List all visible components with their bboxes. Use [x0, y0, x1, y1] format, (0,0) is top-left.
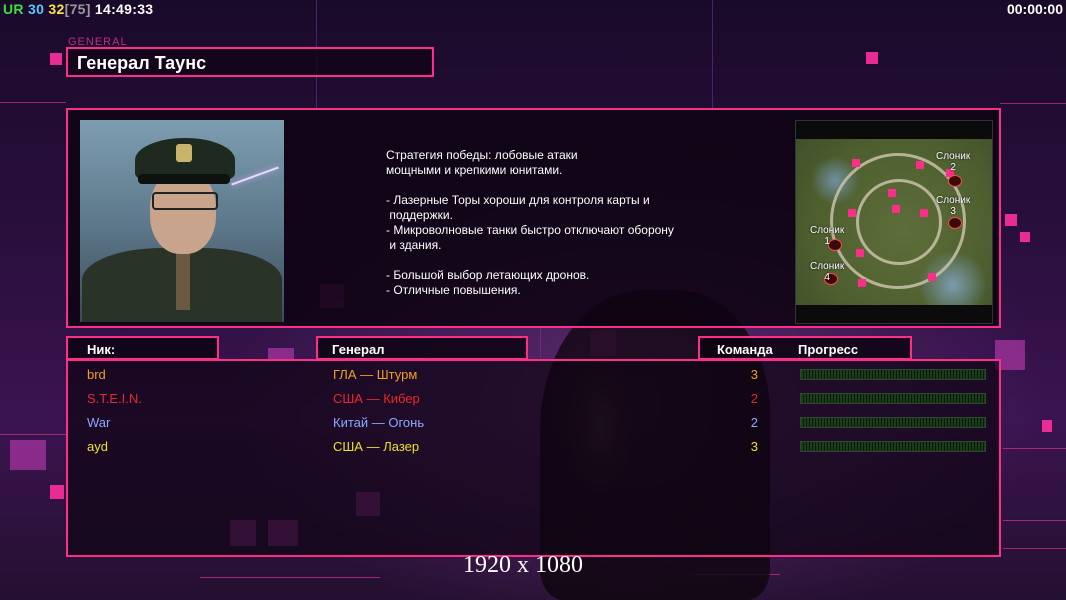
description-line [386, 253, 726, 268]
player-list: brd ГЛА — Штурм 3 S.T.E.I.N. США — Кибер… [66, 359, 1001, 557]
player-row[interactable]: brd ГЛА — Штурм 3 [68, 363, 999, 387]
description-line: мощными и крепкими юнитами. [386, 163, 563, 177]
map-terrain: Слоник 2 Слоник 3 Слоник 1 Слоник 4 [796, 139, 992, 305]
description-line: поддержки. [386, 208, 453, 222]
player-nick: brd [87, 367, 106, 382]
hud-ur-label: UR [3, 1, 24, 17]
description-line: - Лазерные Торы хороши для контроля карт… [386, 193, 650, 207]
header-general: Генерал [316, 336, 528, 360]
hud-stat-2: 32 [48, 1, 65, 17]
hud-timer: 00:00:00 [1006, 1, 1063, 17]
description-line: - Большой выбор летающих дронов. [386, 268, 590, 282]
hud-stat-1: 30 [28, 1, 45, 17]
player-general: США — Лазер [333, 439, 420, 454]
player-progress-bar [800, 393, 986, 404]
player-progress-bar [800, 417, 986, 428]
map-preview[interactable]: Слоник 2 Слоник 3 Слоник 1 Слоник 4 [795, 120, 993, 324]
header-general-label: Генерал [332, 342, 385, 357]
spawn-label-3: Слоник 3 [936, 195, 971, 217]
player-row[interactable]: S.T.E.I.N. США — Кибер 2 [68, 387, 999, 411]
general-info-panel: Стратегия победы: лобовые атаки мощными … [66, 108, 1001, 328]
spawn-label-1: Слоник 1 [810, 225, 845, 247]
description-line: и здания. [386, 238, 442, 252]
hud-stats: UR 30 32[75] 14:49:33 [3, 1, 153, 17]
player-team: 3 [750, 439, 758, 454]
player-nick: War [87, 415, 111, 430]
player-general: ГЛА — Штурм [333, 367, 418, 382]
hud-clock: 14:49:33 [94, 1, 154, 17]
general-title-box: Генерал Таунс [66, 47, 434, 77]
player-progress-bar [800, 441, 986, 452]
header-progress-label: Прогресс [798, 342, 859, 357]
header-team-progress: Команда Прогресс [698, 336, 912, 360]
player-general: Китай — Огонь [333, 415, 425, 430]
description-line: - Отличные повышения. [386, 283, 521, 297]
header-nick: Ник: [66, 336, 219, 360]
general-name: Генерал Таунс [77, 53, 207, 73]
header-nick-label: Ник: [87, 342, 116, 357]
general-description: Стратегия победы: лобовые атаки мощными … [386, 148, 726, 298]
player-general: США — Кибер [333, 391, 420, 406]
hud-stat-3: [75] [64, 1, 91, 17]
description-line [386, 178, 726, 193]
player-team: 3 [750, 367, 758, 382]
player-nick: ayd [87, 439, 108, 454]
spawn-label-2: Слоник 2 [936, 151, 971, 173]
player-progress-bar [800, 369, 986, 380]
header-team-label: Команда [717, 342, 773, 357]
player-row[interactable]: War Китай — Огонь 2 [68, 411, 999, 435]
description-line: - Микроволновые танки быстро отключают о… [386, 223, 674, 237]
player-team: 2 [750, 415, 758, 430]
player-row[interactable]: ayd США — Лазер 3 [68, 435, 999, 459]
player-team: 2 [750, 391, 758, 406]
description-line: Стратегия победы: лобовые атаки [386, 148, 578, 162]
resolution-label: 1920 x 1080 [463, 552, 583, 578]
player-nick: S.T.E.I.N. [87, 391, 142, 406]
spawn-label-4: Слоник 4 [810, 261, 845, 283]
general-portrait [80, 120, 284, 322]
